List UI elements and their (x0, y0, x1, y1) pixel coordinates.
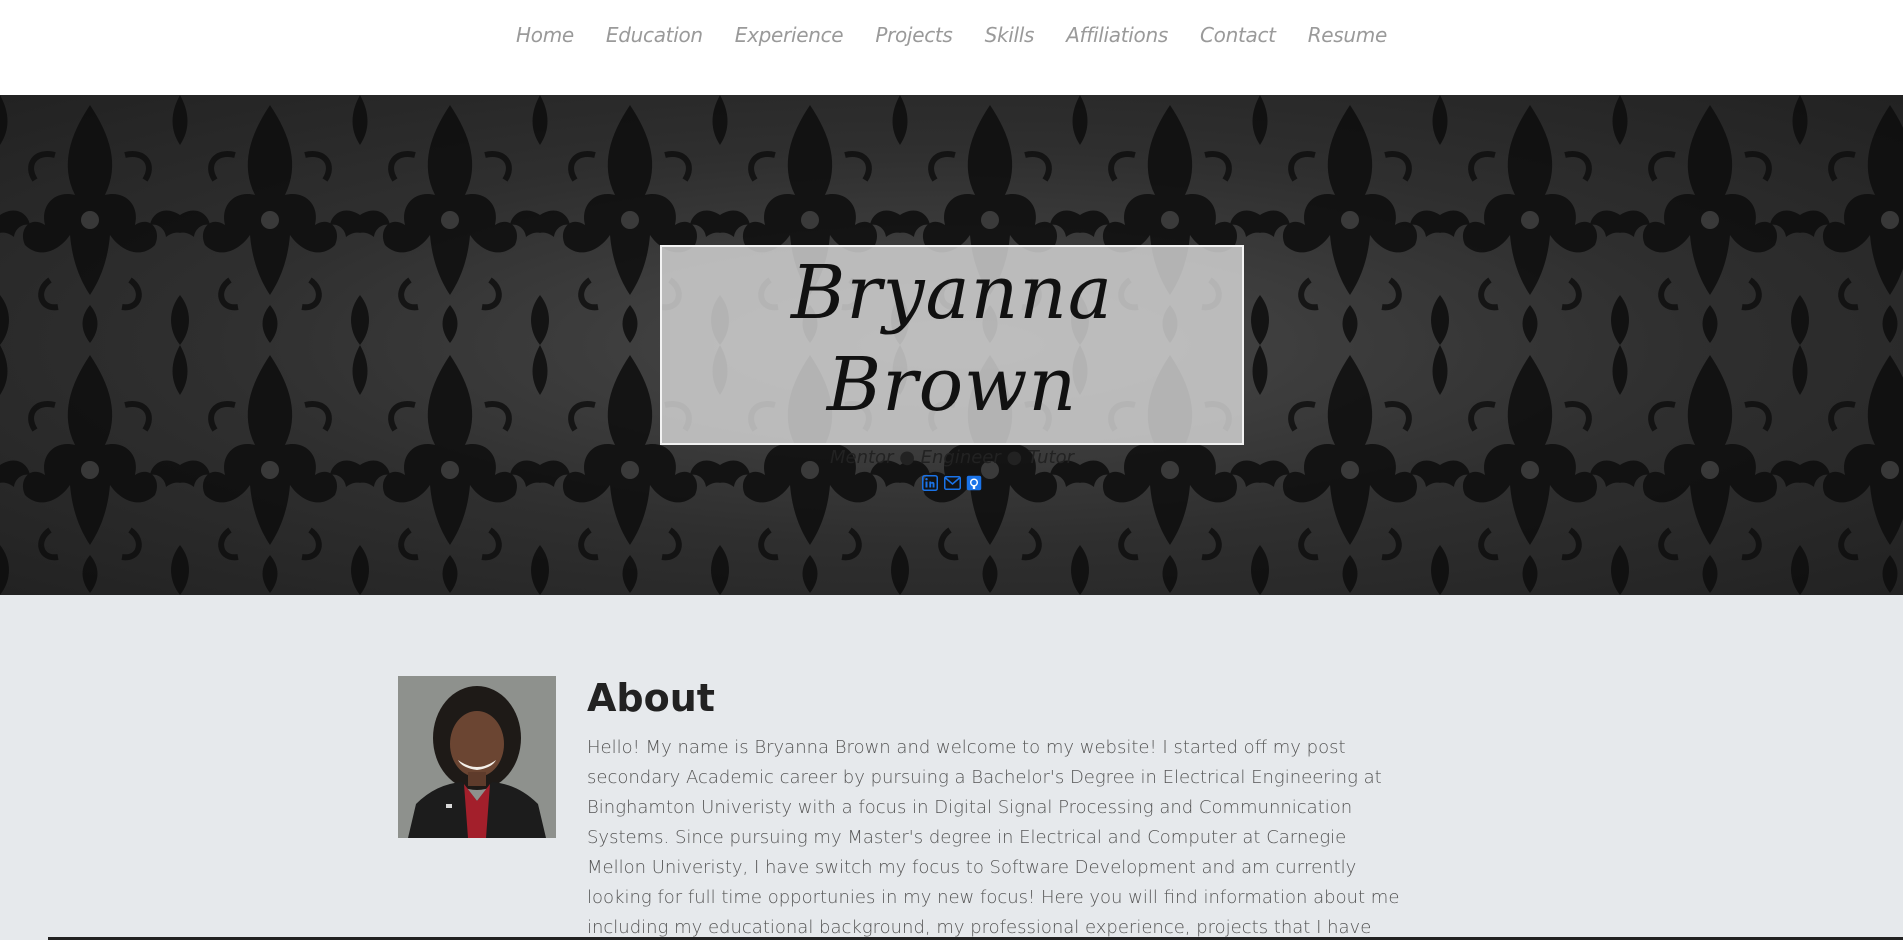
about-title: About (587, 676, 715, 720)
nav-home[interactable]: Home (516, 23, 574, 47)
profile-photo (398, 676, 556, 838)
social-links (662, 474, 1242, 491)
hero-banner: Bryanna Brown Mentor ● Engineer ● Tutor (0, 95, 1903, 595)
nav-projects[interactable]: Projects (875, 23, 953, 47)
nav-affiliations[interactable]: Affiliations (1066, 23, 1168, 47)
nav-contact[interactable]: Contact (1200, 23, 1276, 47)
linkedin-icon[interactable] (922, 474, 939, 491)
nav-skills[interactable]: Skills (985, 23, 1035, 47)
hero-tagline: Mentor ● Engineer ● Tutor (829, 447, 1074, 468)
nav-resume[interactable]: Resume (1308, 23, 1388, 47)
hero-name: Bryanna Brown (790, 250, 1114, 428)
about-text: Hello! My name is Bryanna Brown and welc… (587, 737, 1400, 938)
nav-education[interactable]: Education (606, 23, 703, 47)
github-icon[interactable] (966, 474, 983, 491)
top-navigation: Home Education Experience Projects Skill… (0, 0, 1903, 95)
nav-list: Home Education Experience Projects Skill… (0, 0, 1903, 47)
name-card: Bryanna Brown Mentor ● Engineer ● Tutor (660, 245, 1244, 491)
about-section: About Hello! My name is Bryanna Brown an… (0, 595, 1903, 940)
mail-icon[interactable] (943, 474, 961, 491)
nav-experience[interactable]: Experience (735, 23, 844, 47)
